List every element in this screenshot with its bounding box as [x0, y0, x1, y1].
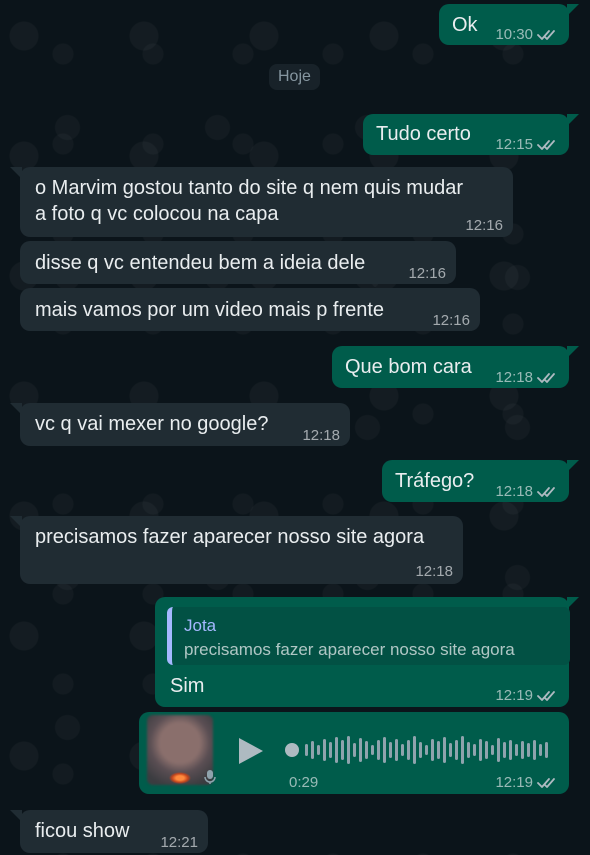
- message-time: 12:19: [495, 687, 533, 704]
- quote-text: precisamos fazer aparecer nosso site ago…: [184, 640, 515, 659]
- voice-duration: 0:29: [289, 774, 319, 791]
- message-text: mais vamos por um video mais p frente: [35, 299, 385, 321]
- date-divider: Hoje: [269, 64, 320, 90]
- message-bubble-outgoing-reply[interactable]: Jota precisamos fazer aparecer nosso sit…: [155, 597, 579, 709]
- message-time: 12:16: [465, 217, 503, 234]
- message-time: 10:30: [495, 26, 533, 43]
- message-bubble-incoming[interactable]: disse q vc entendeu bem a ideia dele 12:…: [20, 241, 456, 284]
- double-check-icon: [537, 28, 559, 42]
- chat-area[interactable]: Ok 10:30 Hoje Tudo certo 12:15 o Marvim …: [0, 0, 590, 855]
- message-meta: 12:18: [495, 365, 559, 391]
- message-bubble-incoming[interactable]: mais vamos por um video mais p frente 12…: [20, 288, 480, 331]
- message-meta: 12:15: [495, 132, 559, 158]
- message-time: 12:16: [432, 312, 470, 329]
- double-check-icon: [537, 689, 559, 703]
- message-text: Tráfego?: [395, 470, 475, 492]
- message-bubble-incoming[interactable]: o Marvim gostou tanto do site q nem quis…: [10, 167, 513, 237]
- double-check-icon: [537, 776, 559, 790]
- message-time: 12:19: [495, 774, 533, 791]
- message-text-line: o Marvim gostou tanto do site q nem quis…: [35, 177, 463, 199]
- message-text-line: a foto q vc colocou na capa: [35, 203, 279, 225]
- double-check-icon: [537, 138, 559, 152]
- message-time: 12:16: [408, 265, 446, 282]
- quoted-message[interactable]: Jota precisamos fazer aparecer nosso sit…: [167, 607, 570, 665]
- message-bubble-incoming[interactable]: vc q vai mexer no google? 12:18: [10, 403, 350, 446]
- double-check-icon: [537, 371, 559, 385]
- message-text: Tudo certo: [376, 123, 471, 145]
- double-check-icon: [537, 485, 559, 499]
- message-time: 12:18: [302, 427, 340, 444]
- avatar-badge: [169, 772, 191, 784]
- message-text: ficou show: [35, 820, 130, 842]
- message-text: Que bom cara: [345, 356, 472, 378]
- message-meta: 12:19: [495, 770, 559, 796]
- message-meta: 10:30: [495, 22, 559, 48]
- play-icon[interactable]: [239, 738, 263, 764]
- message-bubble-outgoing[interactable]: Tráfego? 12:18: [382, 460, 579, 505]
- message-time: 12:18: [495, 369, 533, 386]
- message-text: Sim: [170, 675, 205, 697]
- message-time: 12:18: [415, 563, 453, 580]
- message-time: 12:21: [160, 834, 198, 851]
- message-text: Ok: [452, 14, 478, 36]
- message-bubble-outgoing[interactable]: Ok 10:30: [439, 4, 579, 48]
- message-bubble-outgoing[interactable]: Que bom cara 12:18: [332, 346, 579, 391]
- message-bubble-outgoing[interactable]: Tudo certo 12:15: [363, 114, 579, 158]
- message-text: disse q vc entendeu bem a ideia dele: [35, 252, 366, 274]
- microphone-icon: [203, 768, 219, 784]
- message-time: 12:15: [495, 136, 533, 153]
- message-time: 12:18: [495, 483, 533, 500]
- message-bubble-incoming[interactable]: precisamos fazer aparecer nosso site ago…: [10, 516, 463, 584]
- voice-message-bubble[interactable]: 0:29 12:19: [139, 712, 569, 794]
- quote-author: Jota: [184, 616, 217, 635]
- message-meta: 12:18: [495, 479, 559, 505]
- message-bubble-incoming[interactable]: ficou show 12:21: [10, 810, 208, 853]
- message-meta: 12:19: [495, 683, 559, 709]
- message-text: precisamos fazer aparecer nosso site ago…: [35, 526, 425, 548]
- message-text: vc q vai mexer no google?: [35, 413, 269, 435]
- waveform-icon[interactable]: [283, 732, 553, 768]
